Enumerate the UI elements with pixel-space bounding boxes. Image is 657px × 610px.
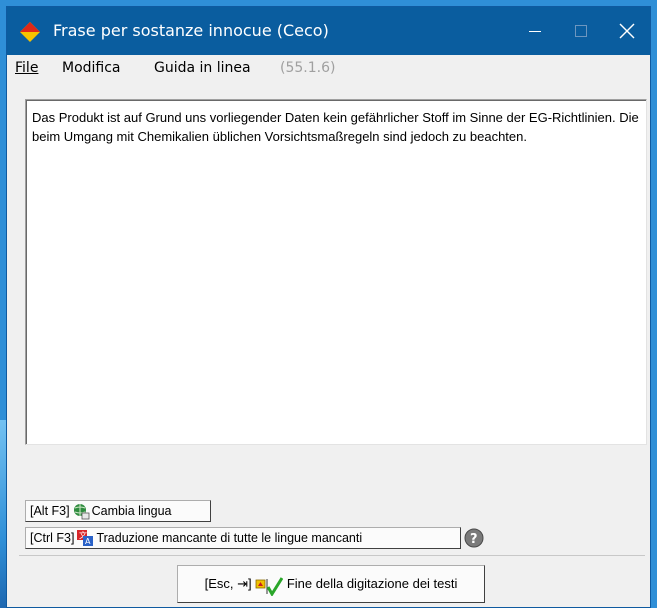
- window-title: Frase per sostanze innocue (Ceco): [53, 21, 329, 40]
- change-language-shortcut: [Alt F3]: [30, 504, 70, 518]
- menu-file-label: File: [15, 60, 39, 76]
- finish-typing-button[interactable]: [Esc, ⇥] Fine della digitazione dei test…: [177, 565, 485, 603]
- menu-help-label: Guida in linea: [154, 60, 251, 76]
- menu-bar: File Modifica Guida in linea (55.1.6): [7, 55, 650, 81]
- finish-shortcut: [Esc, ⇥]: [204, 576, 252, 591]
- change-language-label: Cambia lingua: [91, 504, 172, 518]
- translate-missing-label: Traduzione mancante di tutte le lingue m…: [96, 531, 363, 545]
- close-button[interactable]: [604, 7, 650, 55]
- menu-help[interactable]: Guida in linea: [154, 60, 251, 76]
- phrase-text-area[interactable]: Das Produkt ist auf Grund uns vorliegend…: [25, 99, 647, 445]
- translate-missing-button[interactable]: [Ctrl F3] 文 A Traduzione mancante di tut…: [25, 527, 461, 549]
- translate-icon: 文 A: [76, 529, 94, 547]
- menu-version: (55.1.6): [280, 60, 336, 76]
- translate-missing-shortcut: [Ctrl F3]: [30, 531, 75, 545]
- checkmark-icon: [255, 574, 284, 597]
- menu-file[interactable]: File: [15, 60, 38, 76]
- separator: [19, 555, 645, 556]
- maximize-button[interactable]: [558, 7, 604, 55]
- svg-text:A: A: [85, 537, 91, 546]
- svg-text:?: ?: [470, 532, 478, 547]
- dialog-window: Frase per sostanze innocue (Ceco) File M…: [6, 6, 651, 608]
- help-icon[interactable]: ?: [463, 527, 485, 549]
- change-language-button[interactable]: [Alt F3] Cambia lingua: [25, 500, 211, 522]
- globe-icon: [72, 502, 90, 520]
- diamond-app-icon: [19, 21, 41, 43]
- minimize-button[interactable]: [512, 7, 558, 55]
- title-bar[interactable]: Frase per sostanze innocue (Ceco): [7, 7, 650, 55]
- finish-label: Fine della digitazione dei testi: [286, 576, 458, 591]
- maximize-icon: [575, 25, 587, 37]
- menu-edit-label: Modifica: [62, 60, 121, 76]
- menu-edit[interactable]: Modifica: [62, 60, 121, 76]
- minimize-icon: [529, 31, 541, 32]
- close-icon: [619, 23, 635, 39]
